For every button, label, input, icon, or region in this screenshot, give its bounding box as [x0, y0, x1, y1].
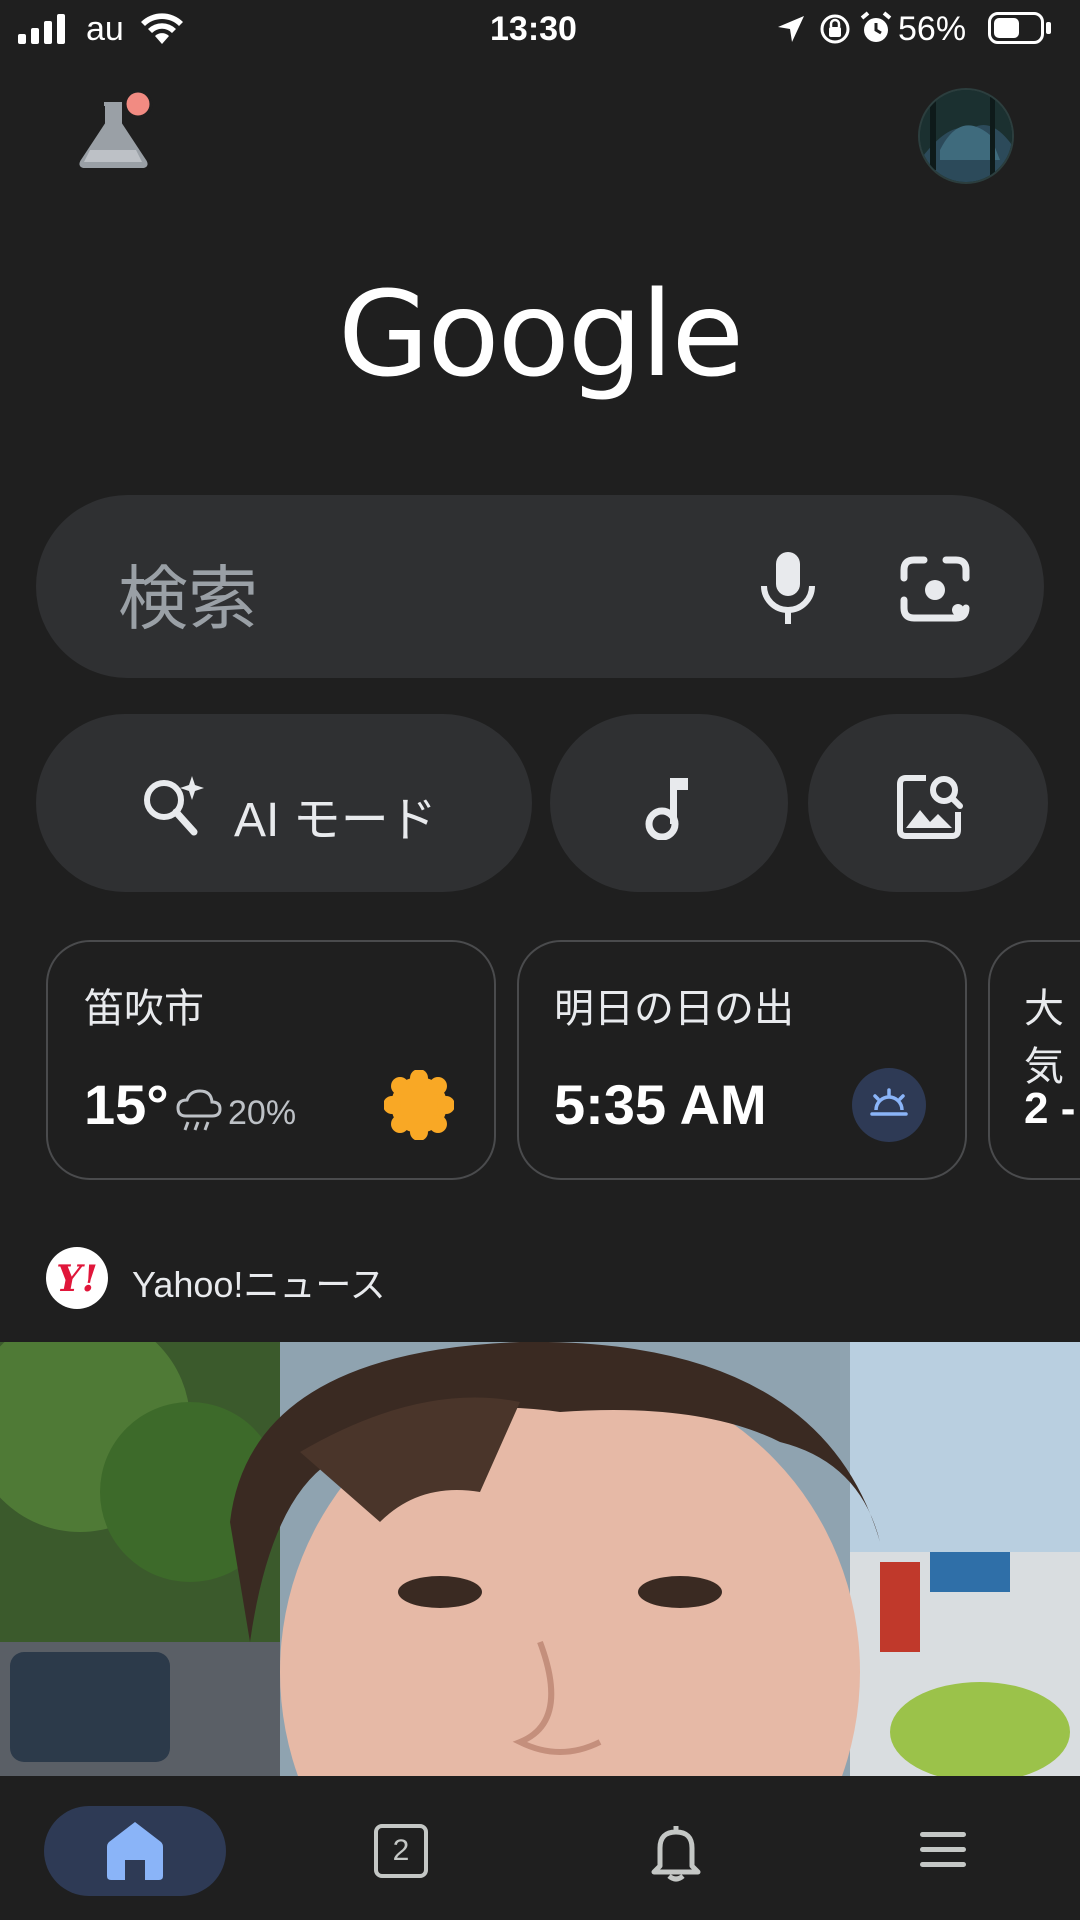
microphone-icon — [761, 552, 815, 624]
account-avatar — [920, 90, 1012, 182]
alarm-icon — [860, 11, 892, 42]
notification-dot — [123, 89, 153, 119]
labs-button[interactable] — [76, 89, 156, 170]
news-image — [0, 1342, 1080, 1776]
news-source-label[interactable]: Yahoo!ニュース — [132, 1256, 386, 1308]
rain-cloud-icon — [176, 1089, 222, 1131]
signal-icon — [18, 14, 65, 44]
air-quality-title: 大気 — [1024, 987, 1064, 1089]
weather-location: 笛吹市 — [84, 987, 204, 1031]
bell-icon[interactable] — [650, 1822, 702, 1882]
air-quality-value: 2 - — [1024, 1084, 1076, 1133]
search-placeholder[interactable]: 検索 — [118, 543, 258, 644]
clock: 13:30 — [490, 10, 577, 48]
google-lens-icon — [900, 556, 970, 622]
wifi-icon — [141, 13, 183, 44]
rotation-lock-icon — [820, 14, 850, 44]
lens-button[interactable] — [898, 552, 972, 626]
avatar[interactable] — [918, 88, 1014, 184]
weather-temperature: 15° — [84, 1073, 169, 1136]
news-photo[interactable] — [0, 1342, 1080, 1776]
sun-icon — [384, 1070, 454, 1140]
nav-tabs-button[interactable]: 2 — [374, 1824, 428, 1878]
sunrise-icon — [870, 1088, 908, 1116]
home-icon — [107, 1822, 163, 1880]
hamburger-menu-icon[interactable] — [918, 1830, 968, 1870]
image-search-icon — [897, 775, 963, 839]
sunrise-time: 5:35 AM — [554, 1073, 767, 1136]
status-bar: au 13:30 56% — [0, 0, 1080, 60]
carrier-label: au — [86, 10, 124, 48]
sunrise-title: 明日の日の出 — [554, 987, 794, 1031]
ai-search-sparkle-icon — [144, 776, 204, 836]
sunrise-icon-bg — [852, 1068, 926, 1142]
location-arrow-icon — [778, 16, 804, 42]
battery-icon — [988, 12, 1044, 44]
battery-percent: 56% — [898, 10, 967, 48]
google-logo: Google — [337, 265, 744, 403]
nav-home-button[interactable] — [44, 1806, 226, 1896]
voice-search-button[interactable] — [752, 548, 824, 628]
yahoo-news-logo: Y! — [46, 1247, 108, 1309]
flask-icon — [79, 89, 153, 168]
rain-chance: 20% — [228, 1094, 297, 1132]
music-note-icon — [645, 778, 688, 840]
ai-mode-label: AI モード — [234, 794, 437, 847]
